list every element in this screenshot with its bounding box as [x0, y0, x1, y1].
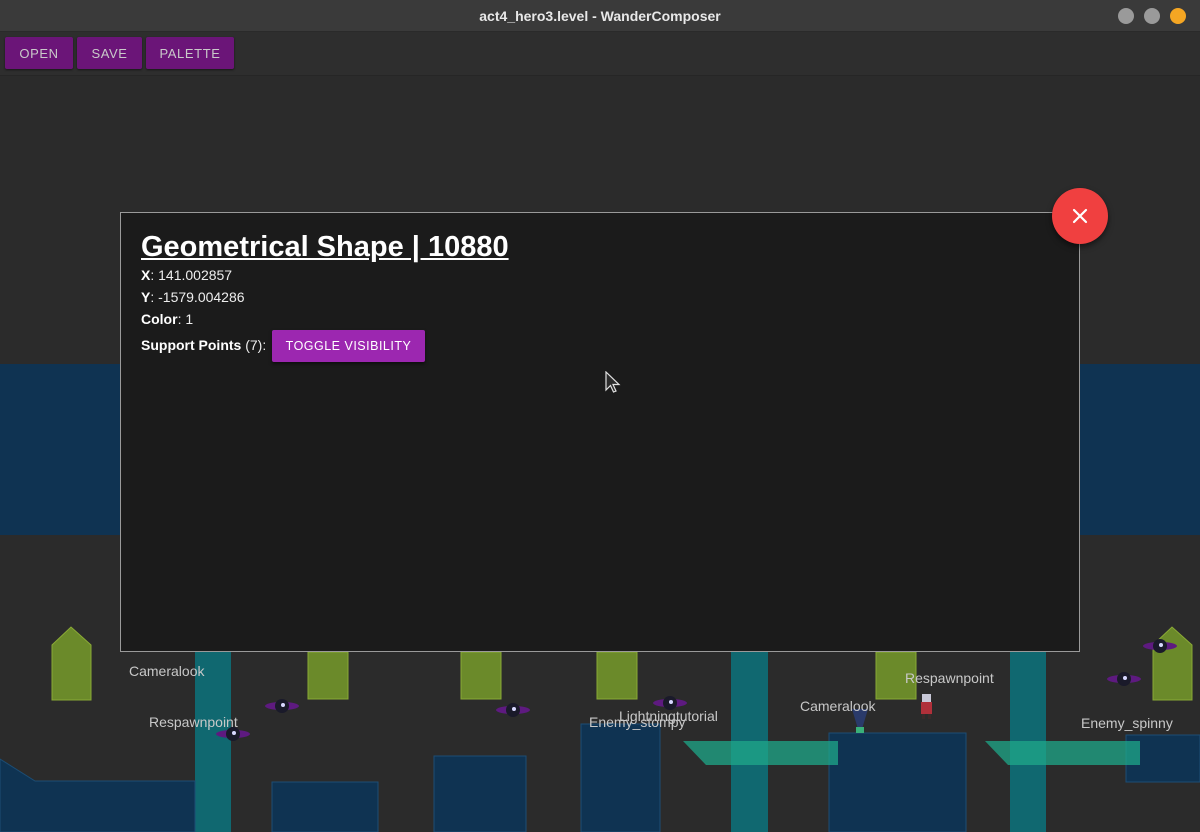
close-dialog-button[interactable]	[1052, 188, 1108, 244]
maximize-button[interactable]	[1144, 8, 1160, 24]
green-arch-platform	[1152, 626, 1193, 701]
ground-block	[433, 755, 527, 832]
open-button[interactable]: OPEN	[5, 37, 73, 69]
window-title: act4_hero3.level - WanderComposer	[479, 8, 721, 24]
y-value: : -1579.004286	[150, 289, 245, 305]
teal-bridge	[683, 741, 838, 765]
teal-pillar	[731, 647, 768, 832]
ground-block	[828, 732, 967, 832]
support-points-label: Support Points	[141, 337, 242, 353]
support-points-property: Support Points (7):	[141, 337, 266, 353]
ground-block	[0, 758, 196, 832]
properties-dialog: Geometrical Shape | 10880 X: 141.002857 …	[120, 212, 1080, 652]
green-platform	[307, 651, 349, 700]
close-icon	[1072, 208, 1088, 224]
bat-enemy	[265, 699, 299, 713]
color-property: Color: 1	[141, 311, 193, 327]
toggle-visibility-button[interactable]: TOGGLE VISIBILITY	[272, 330, 425, 362]
map-label-cameralook: Cameralook	[800, 698, 876, 714]
minimize-button[interactable]	[1118, 8, 1134, 24]
map-label-respawnpoint: Respawnpoint	[149, 714, 238, 730]
toolbar: OPEN SAVE PALETTE	[0, 32, 1200, 76]
green-arch-platform	[51, 626, 92, 701]
green-platform	[596, 651, 638, 700]
mouse-cursor-icon	[605, 371, 621, 393]
bat-enemy	[1107, 672, 1141, 686]
support-points-value: (7):	[241, 337, 267, 353]
color-value: : 1	[177, 311, 194, 327]
color-label: Color	[141, 311, 178, 327]
title-bar: act4_hero3.level - WanderComposer	[0, 0, 1200, 32]
ground-block	[580, 723, 661, 832]
map-label-respawnpoint: Respawnpoint	[905, 670, 994, 686]
x-value: : 141.002857	[150, 267, 233, 283]
palette-button[interactable]: PALETTE	[146, 37, 234, 69]
close-window-button[interactable]	[1170, 8, 1186, 24]
y-label: Y	[141, 289, 151, 305]
dialog-title: Geometrical Shape | 10880	[141, 231, 509, 263]
map-label-cameralook: Cameralook	[129, 663, 205, 679]
y-property: Y: -1579.004286	[141, 289, 245, 305]
map-label-enemy-spinny: Enemy_spinny	[1081, 715, 1173, 731]
x-property: X: 141.002857	[141, 267, 232, 283]
save-button[interactable]: SAVE	[77, 37, 142, 69]
x-label: X	[141, 267, 151, 283]
ground-block	[271, 781, 379, 832]
teal-pillar	[1010, 647, 1046, 832]
teal-bridge	[985, 741, 1140, 765]
green-platform	[460, 651, 502, 700]
hero-sprite	[921, 694, 932, 719]
bat-enemy	[496, 703, 530, 717]
map-label-lightningtutorial: Lightningtutorial	[619, 708, 718, 724]
